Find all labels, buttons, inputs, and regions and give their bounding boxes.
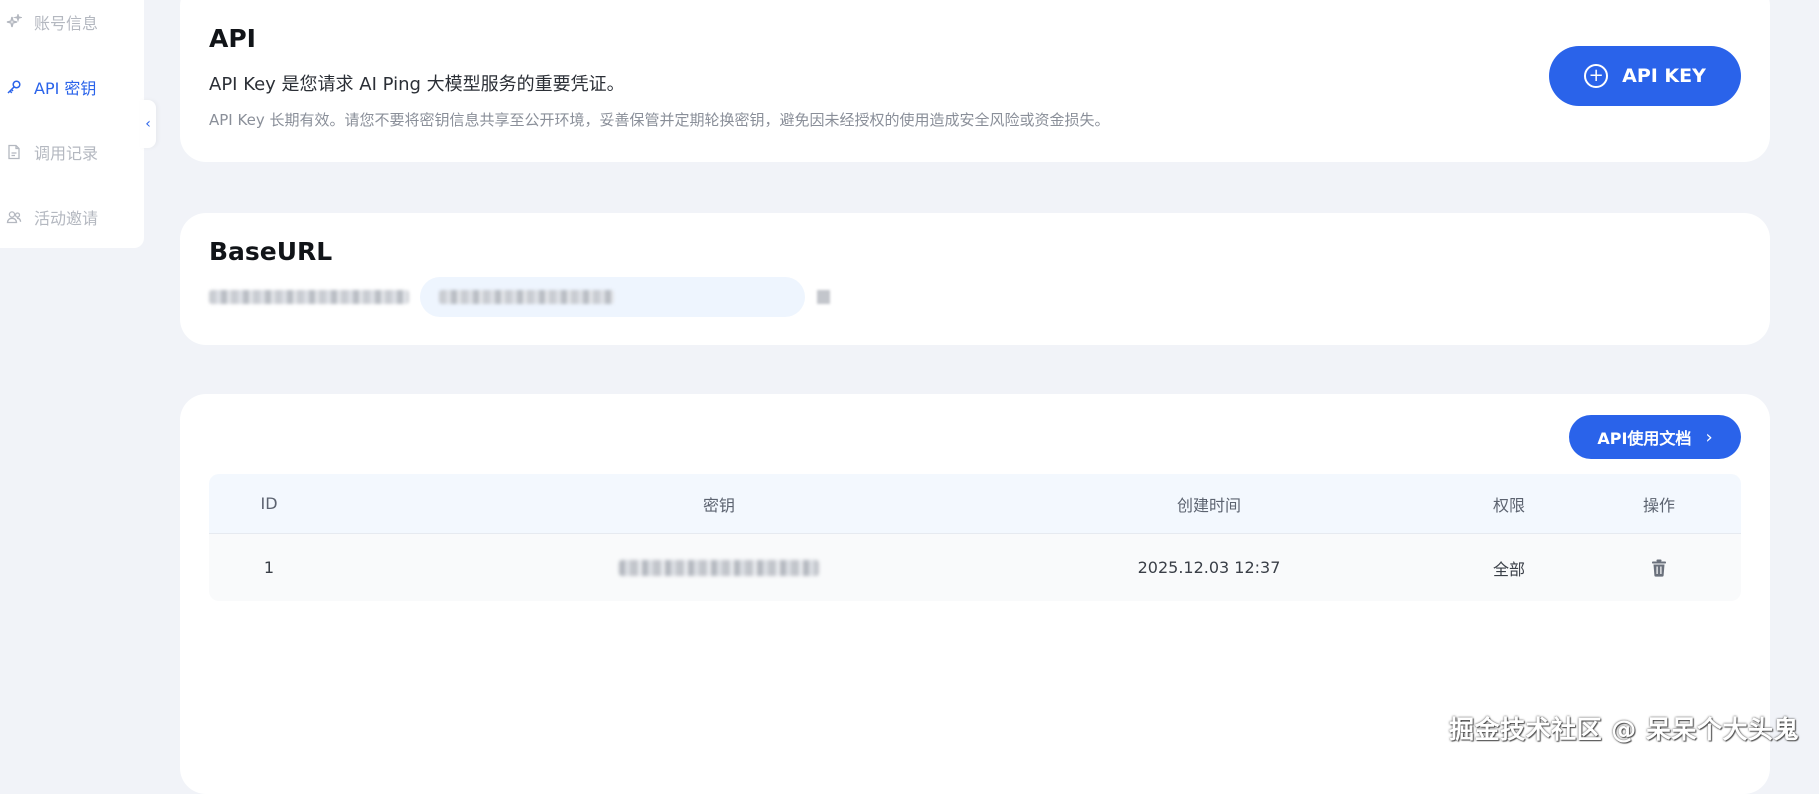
copy-icon[interactable] xyxy=(817,290,830,304)
sidebar-item-call-records[interactable]: 调用记录 xyxy=(6,139,98,165)
sidebar-item-label: 调用记录 xyxy=(34,140,98,164)
column-header-permission: 权限 xyxy=(1479,474,1539,533)
create-api-key-label: API KEY xyxy=(1622,65,1706,87)
sidebar-item-invitations[interactable]: 活动邀请 xyxy=(6,204,98,230)
sparkle-icon xyxy=(6,14,22,30)
row-permission: 全部 xyxy=(1479,534,1539,601)
document-icon xyxy=(6,144,22,160)
table-row: 1 2025.12.03 12:37 全部 xyxy=(209,534,1741,601)
redacted-key xyxy=(619,560,819,576)
row-actions xyxy=(1619,534,1699,601)
redacted-text xyxy=(209,290,409,304)
row-created: 2025.12.03 12:37 xyxy=(1109,534,1309,601)
base-url-card: BaseURL xyxy=(180,213,1770,345)
base-url-title: BaseURL xyxy=(209,237,332,266)
chevron-right-icon: › xyxy=(1705,427,1712,448)
table-header: ID 密钥 创建时间 权限 操作 xyxy=(209,474,1741,534)
plus-circle-icon: + xyxy=(1584,64,1608,88)
create-api-key-button[interactable]: + API KEY xyxy=(1549,46,1741,106)
redacted-url xyxy=(439,290,614,304)
column-header-key: 密钥 xyxy=(619,474,819,533)
watermark: 掘金技术社区 @ 呆呆个大头鬼 xyxy=(1449,710,1799,746)
sidebar-item-label: API 密钥 xyxy=(34,75,96,99)
sidebar-collapse-button[interactable]: ‹ xyxy=(140,100,156,148)
column-header-id: ID xyxy=(239,474,299,533)
sidebar-item-label: 账号信息 xyxy=(34,10,98,34)
sidebar: 账号信息 API 密钥 调用记录 活动邀请 xyxy=(0,0,144,248)
key-icon xyxy=(6,79,22,95)
column-header-actions: 操作 xyxy=(1619,474,1699,533)
api-docs-label: API使用文档 xyxy=(1597,425,1691,449)
sidebar-item-account[interactable]: 账号信息 xyxy=(6,9,98,35)
trash-icon[interactable] xyxy=(1651,559,1667,577)
chevron-left-icon: ‹ xyxy=(145,116,151,132)
api-keys-table: ID 密钥 创建时间 权限 操作 1 2025.12.03 12:37 全部 xyxy=(209,474,1741,601)
api-card-warning: API Key 长期有效。请您不要将密钥信息共享至公开环境，妥善保管并定期轮换密… xyxy=(209,109,1109,130)
row-key-cell xyxy=(619,534,819,601)
sidebar-item-label: 活动邀请 xyxy=(34,205,98,229)
api-card-title: API xyxy=(209,24,256,53)
sidebar-item-api-keys[interactable]: API 密钥 xyxy=(6,74,96,100)
api-card: API API Key 是您请求 AI Ping 大模型服务的重要凭证。 API… xyxy=(180,0,1770,162)
column-header-created: 创建时间 xyxy=(1109,474,1309,533)
row-id: 1 xyxy=(239,534,299,601)
users-icon xyxy=(6,209,22,225)
api-docs-button[interactable]: API使用文档 › xyxy=(1569,415,1741,459)
api-card-subtitle: API Key 是您请求 AI Ping 大模型服务的重要凭证。 xyxy=(209,70,625,96)
